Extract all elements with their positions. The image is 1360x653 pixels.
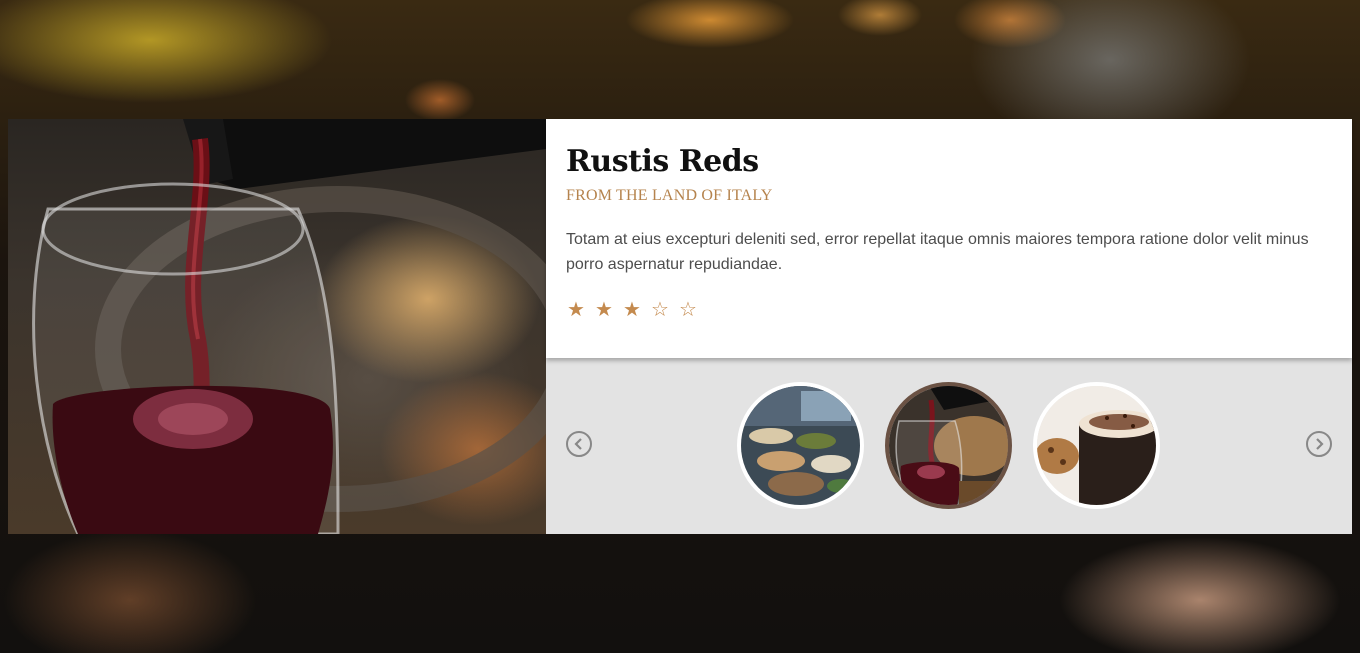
star-icon: ★ [567, 297, 585, 321]
gallery-prev-button[interactable] [566, 431, 592, 457]
star-rating: ★ ★ ★ ☆ ☆ [566, 299, 1332, 319]
star-outline-icon: ☆ [679, 297, 697, 321]
chevron-right-icon [1316, 438, 1324, 450]
thumbnail-list [737, 382, 1160, 509]
chevron-left-icon [574, 438, 582, 450]
details-panel: Rustis Reds FROM THE LAND OF ITALY Totam… [546, 119, 1352, 534]
thumbnail-gallery [546, 358, 1352, 534]
gallery-next-button[interactable] [1306, 431, 1332, 457]
star-icon: ★ [595, 297, 613, 321]
star-outline-icon: ☆ [651, 297, 669, 321]
product-info: Rustis Reds FROM THE LAND OF ITALY Totam… [546, 119, 1352, 358]
wine-pour-thumbnail[interactable] [885, 382, 1012, 509]
product-card: Rustis Reds FROM THE LAND OF ITALY Totam… [8, 119, 1352, 534]
product-title: Rustis Reds [566, 144, 759, 179]
product-description: Totam at eius excepturi deleniti sed, er… [566, 231, 1309, 273]
hero-image-wine-pour [8, 119, 546, 534]
coffee-thumbnail[interactable] [1033, 382, 1160, 509]
star-icon: ★ [623, 297, 641, 321]
product-subtitle: FROM THE LAND OF ITALY [566, 187, 773, 204]
buffet-thumbnail[interactable] [737, 382, 864, 509]
